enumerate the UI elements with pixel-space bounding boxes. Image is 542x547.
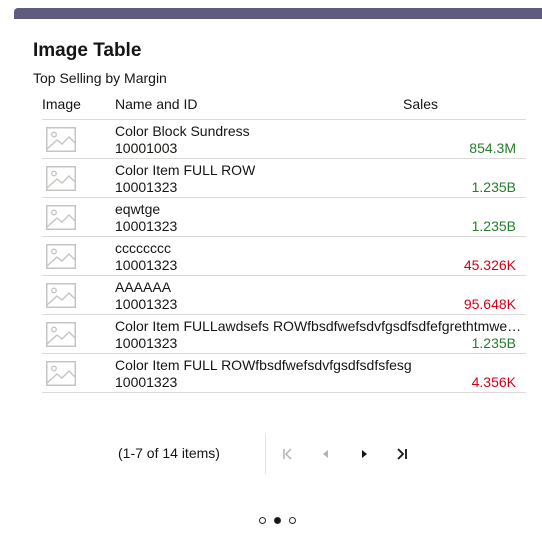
next-page-icon bbox=[362, 450, 367, 458]
card-header-bar bbox=[14, 8, 542, 19]
image-placeholder-icon bbox=[46, 322, 76, 347]
row-id: 10001323 bbox=[115, 374, 178, 390]
row-name: cccccccc bbox=[115, 240, 171, 256]
carousel-dot[interactable] bbox=[289, 517, 296, 524]
row-sales: 1.235B bbox=[471, 218, 516, 234]
image-placeholder-icon bbox=[46, 244, 76, 269]
table-row[interactable]: Color Item FULLawdsefs ROWfbsdfwefsdvfgs… bbox=[42, 314, 526, 353]
row-sales: 4.356K bbox=[471, 374, 516, 390]
table-row[interactable]: Color Item FULL ROW 10001323 1.235B bbox=[42, 158, 526, 197]
image-placeholder-icon bbox=[46, 283, 76, 308]
table-row[interactable]: AAAAAA 10001323 95.648K bbox=[42, 275, 526, 314]
row-name: AAAAAA bbox=[115, 279, 172, 295]
table-row[interactable]: Color Item FULL ROWfbsdfwefsdvfgsdfsdfsf… bbox=[42, 353, 526, 393]
row-sales: 95.648K bbox=[463, 296, 516, 312]
row-id: 10001323 bbox=[115, 257, 178, 273]
first-page-icon bbox=[283, 448, 292, 460]
image-placeholder-icon bbox=[46, 205, 76, 230]
next-page-button[interactable] bbox=[353, 443, 375, 465]
card-subtitle: Top Selling by Margin bbox=[33, 70, 167, 86]
pagination-divider bbox=[265, 434, 266, 474]
row-id: 10001003 bbox=[115, 140, 178, 156]
table-row[interactable]: cccccccc 10001323 45.326K bbox=[42, 236, 526, 275]
pagination-bar: (1-7 of 14 items) bbox=[0, 434, 542, 474]
last-page-button[interactable] bbox=[390, 443, 412, 465]
row-name: Color Item FULL ROWfbsdfwefsdvfgsdfsdfsf… bbox=[115, 357, 412, 373]
image-placeholder-icon bbox=[46, 127, 76, 152]
last-page-icon bbox=[397, 448, 407, 460]
carousel-dots bbox=[259, 517, 296, 524]
row-name: eqwtge bbox=[115, 201, 161, 217]
previous-page-icon bbox=[323, 450, 328, 458]
previous-page-button[interactable] bbox=[315, 443, 337, 465]
image-placeholder-icon bbox=[46, 361, 76, 386]
row-sales: 45.326K bbox=[463, 257, 516, 273]
carousel-dot[interactable] bbox=[259, 517, 266, 524]
image-placeholder-icon bbox=[46, 166, 76, 191]
column-header-sales: Sales bbox=[403, 96, 439, 112]
table-row[interactable]: eqwtge 10001323 1.235B bbox=[42, 197, 526, 236]
row-id: 10001323 bbox=[115, 179, 178, 195]
row-id: 10001323 bbox=[115, 218, 178, 234]
pagination-status: (1-7 of 14 items) bbox=[118, 445, 220, 461]
row-id: 10001323 bbox=[115, 335, 178, 351]
row-id: 10001323 bbox=[115, 296, 178, 312]
first-page-button[interactable] bbox=[277, 443, 299, 465]
table-row[interactable]: Color Block Sundress 10001003 854.3M bbox=[42, 119, 526, 158]
column-header-name: Name and ID bbox=[115, 96, 198, 112]
row-name: Color Block Sundress bbox=[115, 123, 250, 139]
card-title: Image Table bbox=[33, 40, 142, 61]
column-header-image: Image bbox=[42, 96, 81, 112]
row-sales: 854.3M bbox=[469, 140, 516, 156]
table-body: Color Block Sundress 10001003 854.3M Color … bbox=[42, 119, 526, 393]
carousel-dot[interactable] bbox=[274, 517, 281, 524]
row-name: Color Item FULLawdsefs ROWfbsdfwefsdvfgs… bbox=[115, 318, 522, 334]
row-sales: 1.235B bbox=[471, 179, 516, 195]
row-name: Color Item FULL ROW bbox=[115, 162, 256, 178]
row-sales: 1.235B bbox=[471, 335, 516, 351]
